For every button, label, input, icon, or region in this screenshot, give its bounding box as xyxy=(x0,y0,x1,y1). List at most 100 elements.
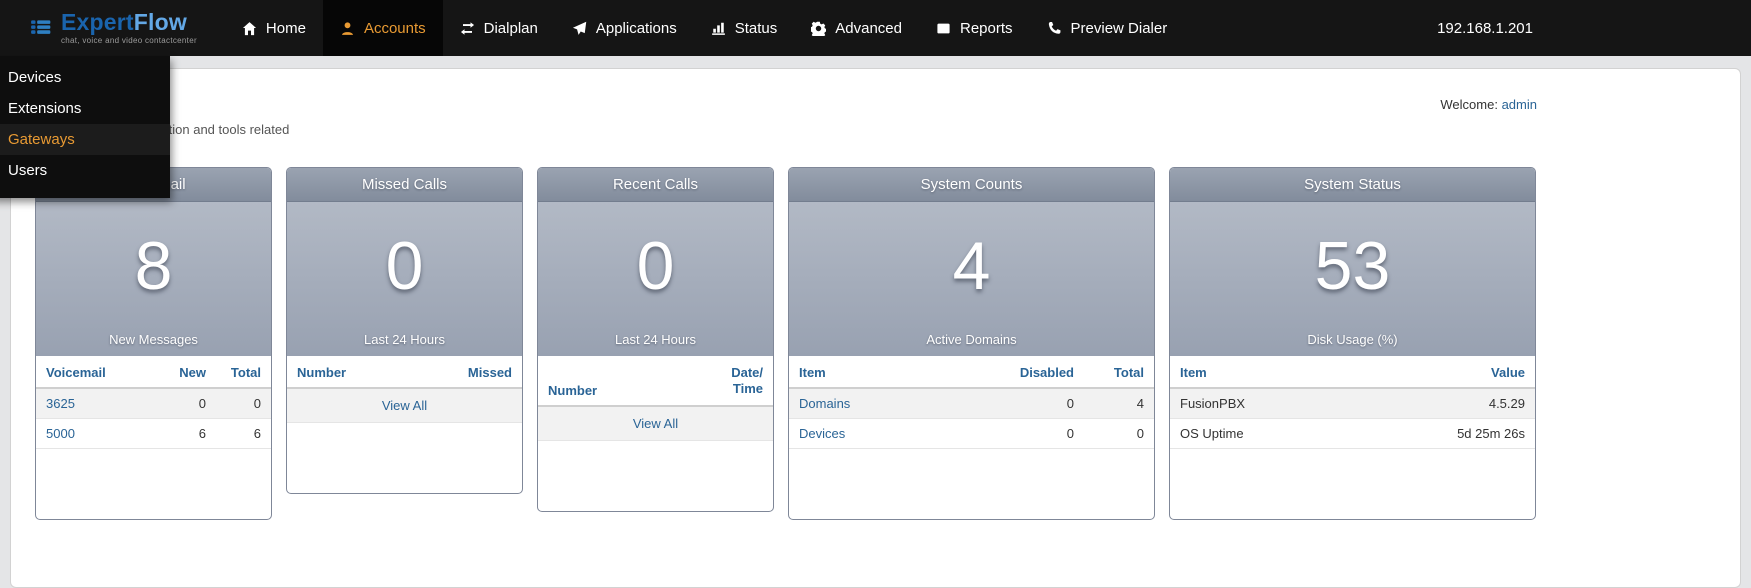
table-cell: 0 xyxy=(994,388,1084,419)
nav-item-preview-dialer[interactable]: Preview Dialer xyxy=(1030,0,1185,56)
voicemail-table: Voicemail New Total 3625 0 0 5000 xyxy=(36,356,271,449)
card-caption: Last 24 Hours xyxy=(538,332,773,347)
card-hero: 8 New Messages xyxy=(36,202,271,356)
column-header: Voicemail xyxy=(36,356,161,388)
column-header: Total xyxy=(1084,356,1154,388)
content-panel: Dashboard Quickly access information and… xyxy=(10,68,1741,588)
card-hero: 4 Active Domains xyxy=(789,202,1154,356)
view-all-link[interactable]: View All xyxy=(633,416,678,431)
card-value: 8 xyxy=(36,202,271,300)
card-hero: 0 Last 24 Hours xyxy=(538,202,773,356)
welcome-text: Welcome: admin xyxy=(1440,97,1537,112)
nav-item-dialplan[interactable]: Dialplan xyxy=(443,0,555,56)
voicemail-box-link[interactable]: 3625 xyxy=(46,396,75,411)
card-title: System Status xyxy=(1170,168,1535,202)
nav-item-label: Advanced xyxy=(835,20,902,37)
table-row: 5000 6 6 xyxy=(36,419,271,449)
nav-item-applications[interactable]: Applications xyxy=(555,0,694,56)
card-system-counts: System Counts 4 Active Domains Item Disa… xyxy=(788,167,1155,520)
card-caption: Disk Usage (%) xyxy=(1170,332,1535,347)
column-header: Item xyxy=(789,356,994,388)
card-caption: Active Domains xyxy=(789,332,1154,347)
table-cell: 4 xyxy=(1084,388,1154,419)
table-cell: 4.5.29 xyxy=(1349,388,1535,419)
nav-item-home[interactable]: Home xyxy=(225,0,323,56)
card-value: 4 xyxy=(789,202,1154,300)
table-cell: 0 xyxy=(994,419,1084,449)
gear-icon xyxy=(811,21,826,36)
table-cell: 0 xyxy=(1084,419,1154,449)
column-header: Total xyxy=(216,356,271,388)
nav-item-label: Accounts xyxy=(364,20,426,37)
table-cell: 6 xyxy=(216,419,271,449)
card-title: System Counts xyxy=(789,168,1154,202)
column-header: Number xyxy=(287,356,409,388)
phone-icon xyxy=(1047,21,1062,36)
view-all-link[interactable]: View All xyxy=(382,398,427,413)
user-icon xyxy=(340,21,355,36)
accounts-dropdown: Devices Extensions Gateways Users xyxy=(0,56,170,198)
table-row: Domains 0 4 xyxy=(789,388,1154,419)
card-missed-calls: Missed Calls 0 Last 24 Hours Number Miss… xyxy=(286,167,523,494)
card-caption: Last 24 Hours xyxy=(287,332,522,347)
card-voicemail: Voicemail 8 New Messages Voicemail New T… xyxy=(35,167,272,520)
card-value: 0 xyxy=(538,202,773,300)
top-nav: ExpertFlow chat, voice and video contact… xyxy=(0,0,1751,56)
nav-item-label: Status xyxy=(735,20,778,37)
missed-calls-table: Number Missed View All xyxy=(287,356,522,423)
table-cell: FusionPBX xyxy=(1170,388,1349,419)
expertflow-logo-icon xyxy=(30,16,52,41)
table-row: OS Uptime 5d 25m 26s xyxy=(1170,419,1535,449)
menu-item-users[interactable]: Users xyxy=(0,155,170,186)
table-cell: 6 xyxy=(161,419,216,449)
system-status-table: Item Value FusionPBX 4.5.29 OS Uptime 5d… xyxy=(1170,356,1535,449)
table-row: Devices 0 0 xyxy=(789,419,1154,449)
paper-plane-icon xyxy=(572,21,587,36)
reports-icon xyxy=(936,21,951,36)
column-header: New xyxy=(161,356,216,388)
devices-link[interactable]: Devices xyxy=(799,426,845,441)
domains-link[interactable]: Domains xyxy=(799,396,850,411)
nav-item-label: Home xyxy=(266,20,306,37)
dashboard-cards: Voicemail 8 New Messages Voicemail New T… xyxy=(35,167,1537,520)
column-header: Number xyxy=(538,356,718,406)
brand-name: ExpertFlow xyxy=(61,9,187,35)
server-ip-address: 192.168.1.201 xyxy=(1437,20,1533,37)
menu-item-gateways[interactable]: Gateways xyxy=(0,124,170,155)
card-hero: 53 Disk Usage (%) xyxy=(1170,202,1535,356)
welcome-user-link[interactable]: admin xyxy=(1502,97,1537,112)
recent-calls-table: Number Date/ Time View All xyxy=(538,356,773,441)
table-row: View All xyxy=(287,388,522,423)
nav-item-label: Applications xyxy=(596,20,677,37)
table-row: FusionPBX 4.5.29 xyxy=(1170,388,1535,419)
nav-item-reports[interactable]: Reports xyxy=(919,0,1030,56)
nav-item-status[interactable]: Status xyxy=(694,0,795,56)
card-value: 0 xyxy=(287,202,522,300)
expertflow-logo[interactable]: ExpertFlow chat, voice and video contact… xyxy=(0,0,225,56)
table-cell: OS Uptime xyxy=(1170,419,1349,449)
column-header: Date/ Time xyxy=(718,356,773,406)
main-menu: Home Accounts Devices Extensions Gateway… xyxy=(225,0,1184,56)
nav-item-advanced[interactable]: Advanced xyxy=(794,0,919,56)
dialplan-icon xyxy=(460,21,475,36)
card-recent-calls: Recent Calls 0 Last 24 Hours Number Date… xyxy=(537,167,774,512)
column-header: Item xyxy=(1170,356,1349,388)
menu-item-devices[interactable]: Devices xyxy=(0,62,170,93)
column-header: Value xyxy=(1349,356,1535,388)
nav-item-label: Preview Dialer xyxy=(1071,20,1168,37)
table-cell: 5d 25m 26s xyxy=(1349,419,1535,449)
nav-item-label: Reports xyxy=(960,20,1013,37)
table-cell: 0 xyxy=(216,388,271,419)
card-title: Recent Calls xyxy=(538,168,773,202)
card-hero: 0 Last 24 Hours xyxy=(287,202,522,356)
card-value: 53 xyxy=(1170,202,1535,300)
card-system-status: System Status 53 Disk Usage (%) Item Val… xyxy=(1169,167,1536,520)
home-icon xyxy=(242,21,257,36)
nav-item-accounts[interactable]: Accounts xyxy=(323,0,443,56)
system-counts-table: Item Disabled Total Domains 0 4 Devices xyxy=(789,356,1154,449)
nav-item-label: Dialplan xyxy=(484,20,538,37)
voicemail-box-link[interactable]: 5000 xyxy=(46,426,75,441)
table-row: View All xyxy=(538,406,773,441)
column-header: Missed xyxy=(409,356,522,388)
menu-item-extensions[interactable]: Extensions xyxy=(0,93,170,124)
